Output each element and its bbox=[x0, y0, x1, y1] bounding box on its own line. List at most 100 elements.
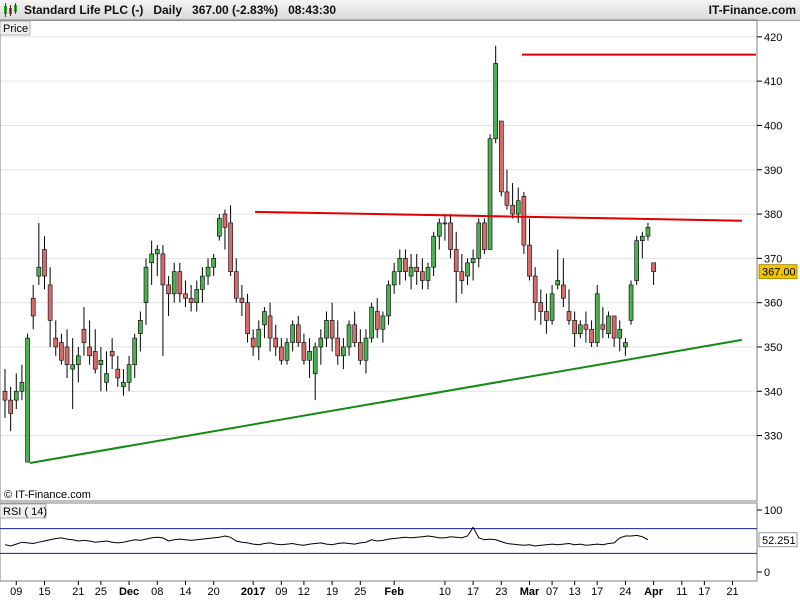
candle-up bbox=[132, 337, 138, 365]
x-tick-label: 17 bbox=[467, 586, 479, 598]
y-tick-label: 420 bbox=[764, 32, 782, 44]
candle-up bbox=[25, 337, 30, 463]
x-tick-label: Dec bbox=[119, 586, 139, 598]
candle-up bbox=[36, 266, 42, 277]
candle-down bbox=[64, 346, 70, 365]
price-panel-label: Price bbox=[3, 23, 28, 35]
candle-up bbox=[425, 266, 431, 281]
candle-down bbox=[233, 271, 239, 299]
candle-down bbox=[329, 320, 335, 339]
candle-up bbox=[487, 138, 493, 250]
candle-up bbox=[640, 235, 645, 241]
x-tick-label: 21 bbox=[726, 586, 738, 598]
candle-down bbox=[115, 368, 121, 379]
y-tick-label: 410 bbox=[764, 76, 782, 88]
candle-up bbox=[149, 253, 154, 264]
candle-down bbox=[42, 249, 47, 277]
candle-down bbox=[301, 342, 307, 361]
y-tick-label: 400 bbox=[764, 120, 782, 132]
candle-up bbox=[262, 311, 267, 326]
x-tick-label: 10 bbox=[439, 586, 451, 598]
candle-up bbox=[324, 320, 329, 339]
candle-up bbox=[442, 222, 448, 225]
candle-down bbox=[279, 346, 284, 361]
candle-down bbox=[527, 244, 532, 277]
candle-down bbox=[358, 342, 363, 361]
candle-up bbox=[200, 275, 205, 290]
x-tick-label: 13 bbox=[569, 586, 581, 598]
candle-up bbox=[98, 359, 104, 365]
y-tick-label: 380 bbox=[764, 209, 782, 221]
candle-up bbox=[465, 262, 470, 277]
x-tick-label: 2017 bbox=[241, 586, 265, 598]
candle-up bbox=[363, 337, 369, 361]
x-tick-label: 11 bbox=[676, 586, 687, 598]
candle-down bbox=[448, 222, 453, 250]
candle-down bbox=[47, 284, 53, 321]
x-tick-label: 20 bbox=[208, 586, 220, 598]
candle-down bbox=[109, 351, 115, 357]
candle-down bbox=[2, 390, 8, 401]
candle-down bbox=[420, 271, 425, 281]
candle-down bbox=[53, 337, 59, 348]
candle-up bbox=[493, 63, 498, 140]
candle-down bbox=[295, 324, 301, 343]
candle-up bbox=[470, 258, 476, 264]
candle-down bbox=[589, 328, 594, 343]
candle-up bbox=[594, 293, 600, 343]
candle-down bbox=[8, 399, 13, 414]
candle-down bbox=[374, 311, 380, 330]
candle-up bbox=[138, 320, 143, 334]
candle-up bbox=[70, 364, 75, 370]
candle-down bbox=[611, 315, 617, 339]
x-tick-label: 14 bbox=[179, 586, 191, 598]
x-tick-label: 07 bbox=[546, 586, 558, 598]
x-tick-label: 17 bbox=[591, 586, 603, 598]
candle-up bbox=[307, 351, 312, 361]
price-y-axis: 330 340 350 360 370 380 390 400 410 420 bbox=[757, 32, 782, 443]
candle-down bbox=[403, 258, 408, 272]
candle-up bbox=[391, 271, 397, 286]
candle-up bbox=[121, 382, 126, 388]
y-tick-label: 350 bbox=[764, 342, 782, 354]
candle-down bbox=[651, 262, 656, 272]
x-tick-label: 25 bbox=[95, 586, 107, 598]
watermark: © IT-Finance.com bbox=[4, 489, 91, 501]
candle-up bbox=[515, 200, 521, 215]
candle-down bbox=[87, 346, 92, 357]
candle-down bbox=[250, 337, 256, 348]
date-x-axis: 09 15 21 25 Dec 08 14 20 2017 09 12 19 25 Feb 10 17 23 Ma… bbox=[10, 581, 739, 598]
candle-down bbox=[228, 222, 233, 272]
rsi-y-tick-label: 100 bbox=[764, 505, 782, 517]
candle-down bbox=[188, 297, 194, 303]
candle-up bbox=[634, 240, 639, 281]
candle-down bbox=[267, 315, 273, 339]
x-tick-label: 09 bbox=[10, 586, 22, 598]
candle-down bbox=[92, 351, 98, 370]
rsi-last-label: 52.251 bbox=[762, 535, 796, 547]
y-tick-label: 340 bbox=[764, 386, 782, 398]
candle-up bbox=[205, 266, 211, 277]
price-chart[interactable]: Price 330 340 350 360 370 380 390 400 410 420 © I… bbox=[0, 0, 800, 600]
candle-up bbox=[346, 324, 352, 348]
y-tick-label: 390 bbox=[764, 165, 782, 177]
candle-down bbox=[510, 204, 515, 215]
x-tick-label: Feb bbox=[384, 586, 404, 598]
candle-up bbox=[549, 293, 555, 321]
candle-down bbox=[177, 271, 183, 295]
candle-up bbox=[606, 315, 611, 334]
candle-up bbox=[617, 328, 623, 339]
x-tick-label: 24 bbox=[619, 586, 631, 598]
candle-up bbox=[19, 382, 25, 392]
x-tick-label: 21 bbox=[72, 586, 84, 598]
candle-up bbox=[211, 258, 216, 268]
candle-down bbox=[183, 293, 188, 299]
x-tick-label: 12 bbox=[298, 586, 310, 598]
candle-up bbox=[126, 364, 132, 383]
x-tick-label: Apr bbox=[644, 586, 664, 598]
rsi-line bbox=[4, 526, 649, 547]
candle-up bbox=[143, 266, 149, 303]
candle-up bbox=[577, 324, 583, 334]
candle-down bbox=[81, 328, 87, 343]
y-tick-label: 330 bbox=[764, 431, 782, 443]
